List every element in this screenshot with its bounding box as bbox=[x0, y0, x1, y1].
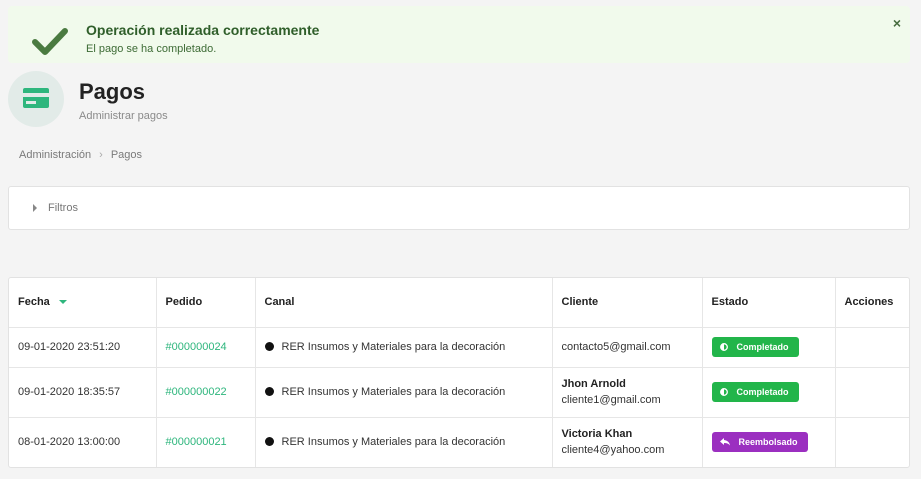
credit-card-icon bbox=[23, 88, 49, 108]
page-subtitle: Administrar pagos bbox=[79, 110, 168, 122]
table-row: 08-01-2020 13:00:00 #000000021 RER Insum… bbox=[9, 417, 909, 467]
table-header-row: Fecha Pedido Canal Cliente Estado Accion… bbox=[9, 278, 909, 328]
column-header-cliente: Cliente bbox=[552, 278, 703, 328]
close-icon[interactable]: × bbox=[890, 16, 904, 30]
client-email: cliente4@yahoo.com bbox=[561, 444, 665, 457]
filters-panel: Filtros bbox=[8, 186, 910, 230]
cell-channel: RER Insumos y Materiales para la decorac… bbox=[281, 341, 506, 353]
payments-table: Fecha Pedido Canal Cliente Estado Accion… bbox=[8, 277, 910, 468]
channel-dot-icon bbox=[264, 436, 274, 446]
status-badge[interactable]: Reembolsado bbox=[711, 432, 808, 453]
success-alert: Operación realizada correctamente El pag… bbox=[8, 6, 910, 63]
breadcrumb: Administración › Pagos bbox=[19, 149, 142, 161]
caret-right-icon bbox=[33, 204, 37, 212]
column-header-canal: Canal bbox=[255, 278, 553, 328]
page-icon bbox=[8, 71, 64, 127]
column-header-fecha[interactable]: Fecha bbox=[9, 278, 157, 328]
checkmark-icon bbox=[32, 28, 68, 55]
cell-date: 09-01-2020 18:35:57 bbox=[9, 367, 157, 418]
client-email: contacto5@gmail.com bbox=[561, 341, 671, 353]
order-link[interactable]: #000000021 bbox=[166, 436, 227, 448]
half-circle-icon bbox=[719, 388, 728, 396]
page-title: Pagos bbox=[79, 79, 146, 104]
cell-actions bbox=[835, 417, 909, 467]
filters-toggle[interactable]: Filtros bbox=[33, 202, 78, 214]
client-email: cliente1@gmail.com bbox=[561, 394, 661, 406]
alert-title: Operación realizada correctamente bbox=[86, 22, 320, 38]
filters-label: Filtros bbox=[48, 202, 78, 214]
sort-desc-icon[interactable] bbox=[58, 300, 67, 305]
half-circle-icon bbox=[719, 343, 728, 351]
order-link[interactable]: #000000024 bbox=[166, 341, 227, 353]
breadcrumb-item-administracion[interactable]: Administración bbox=[19, 149, 91, 161]
column-header-acciones: Acciones bbox=[835, 278, 909, 328]
cell-channel: RER Insumos y Materiales para la decorac… bbox=[281, 436, 506, 449]
cell-date: 08-01-2020 13:00:00 bbox=[9, 417, 157, 467]
cell-actions bbox=[835, 367, 909, 418]
cell-actions bbox=[835, 327, 909, 368]
cell-date: 09-01-2020 23:51:20 bbox=[9, 327, 157, 368]
chevron-right-icon: › bbox=[99, 149, 103, 161]
channel-dot-icon bbox=[264, 341, 274, 351]
order-link[interactable]: #000000022 bbox=[166, 386, 227, 398]
alert-message: El pago se ha completado. bbox=[86, 43, 217, 55]
reply-arrow-icon bbox=[719, 438, 730, 446]
cell-channel: RER Insumos y Materiales para la decorac… bbox=[281, 386, 506, 398]
status-badge[interactable]: Completado bbox=[711, 382, 799, 402]
client-name: Jhon Arnold bbox=[561, 378, 626, 390]
client-name: Victoria Khan bbox=[561, 428, 633, 441]
table-row: 09-01-2020 18:35:57 #000000022 RER Insum… bbox=[9, 367, 909, 418]
channel-dot-icon bbox=[264, 386, 274, 396]
column-header-estado: Estado bbox=[702, 278, 836, 328]
breadcrumb-item-pagos: Pagos bbox=[110, 149, 143, 161]
table-row: 09-01-2020 23:51:20 #000000024 RER Insum… bbox=[9, 327, 909, 368]
status-badge[interactable]: Completado bbox=[711, 337, 799, 357]
column-header-pedido: Pedido bbox=[156, 278, 256, 328]
